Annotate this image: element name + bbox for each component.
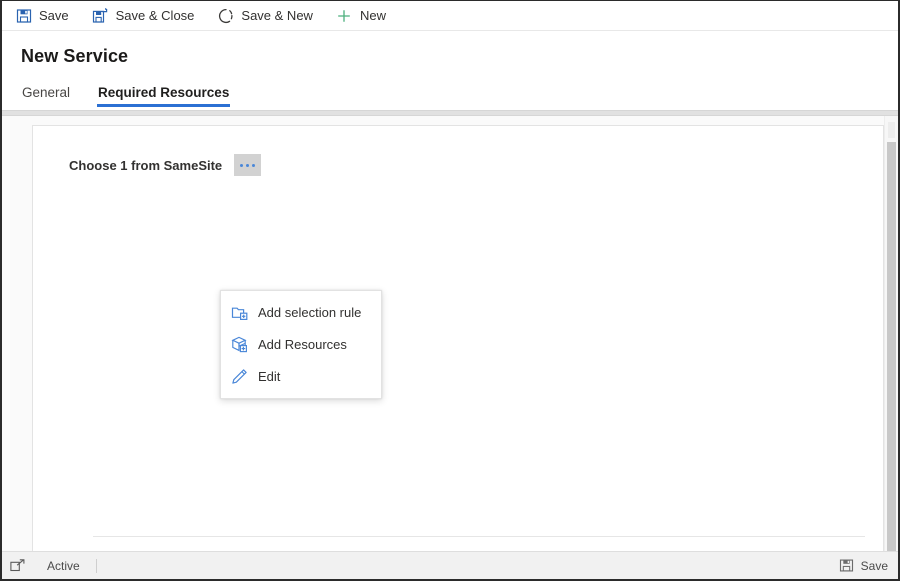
ellipsis-dot	[240, 163, 244, 167]
context-menu: Add selection rule Add Resources Edit	[220, 290, 382, 399]
page-title: New Service	[21, 46, 129, 66]
scrollbar-top-cap	[888, 122, 895, 138]
save-and-new-button[interactable]: Save & New	[217, 2, 322, 30]
form-scroll-region: Choose 1 from SameSite Add selection rul…	[2, 116, 884, 551]
pencil-icon	[230, 367, 248, 385]
save-and-new-label: Save & New	[241, 8, 313, 23]
tab-bar: General Required Resources	[21, 79, 898, 107]
box-add-icon	[230, 335, 248, 353]
form-panel: Choose 1 from SameSite	[32, 125, 884, 551]
new-button-label: New	[359, 8, 386, 23]
status-state-label: Active	[47, 558, 97, 573]
page-header: New Service General Required Resources	[2, 31, 898, 107]
form-body: Choose 1 from SameSite Add selection rul…	[2, 116, 898, 551]
save-and-close-label: Save & Close	[115, 8, 195, 23]
status-bar: Active Save	[2, 551, 898, 579]
tab-general[interactable]: General	[21, 85, 71, 107]
tab-required-resources[interactable]: Required Resources	[97, 85, 231, 107]
status-bar-left: Active	[7, 557, 97, 575]
plus-icon	[336, 7, 353, 24]
ellipsis-dot	[246, 163, 250, 167]
application-window: Save Save & Close Save & New New New Ser…	[0, 0, 900, 581]
menu-item-label: Edit	[258, 368, 281, 384]
save-close-floppy-icon	[92, 7, 109, 24]
save-floppy-icon	[15, 7, 32, 24]
selection-rule-label: Choose 1 from SameSite	[69, 157, 223, 173]
scrollbar-thumb[interactable]	[887, 142, 896, 551]
save-button-label: Save	[39, 8, 69, 23]
menu-item-label: Add selection rule	[258, 304, 362, 320]
menu-item-edit[interactable]: Edit	[221, 360, 381, 392]
menu-item-add-resources[interactable]: Add Resources	[221, 328, 381, 360]
save-floppy-icon	[839, 558, 854, 573]
save-new-icon	[217, 7, 234, 24]
status-save-label: Save	[860, 558, 888, 573]
save-and-close-button[interactable]: Save & Close	[92, 2, 204, 30]
command-bar: Save Save & Close Save & New New	[2, 1, 898, 31]
menu-item-label: Add Resources	[258, 336, 347, 352]
vertical-scrollbar[interactable]	[884, 116, 898, 551]
menu-item-add-selection-rule[interactable]: Add selection rule	[221, 296, 381, 328]
ellipsis-dot	[252, 163, 256, 167]
panel-bottom-rule	[93, 536, 865, 537]
status-save-button[interactable]: Save	[839, 558, 888, 573]
selection-rule-row: Choose 1 from SameSite	[33, 154, 883, 176]
expand-popout-icon[interactable]	[7, 557, 27, 575]
new-button[interactable]: New	[336, 2, 395, 30]
folder-add-icon	[230, 303, 248, 321]
more-options-button[interactable]	[234, 154, 262, 176]
save-button[interactable]: Save	[15, 2, 78, 30]
